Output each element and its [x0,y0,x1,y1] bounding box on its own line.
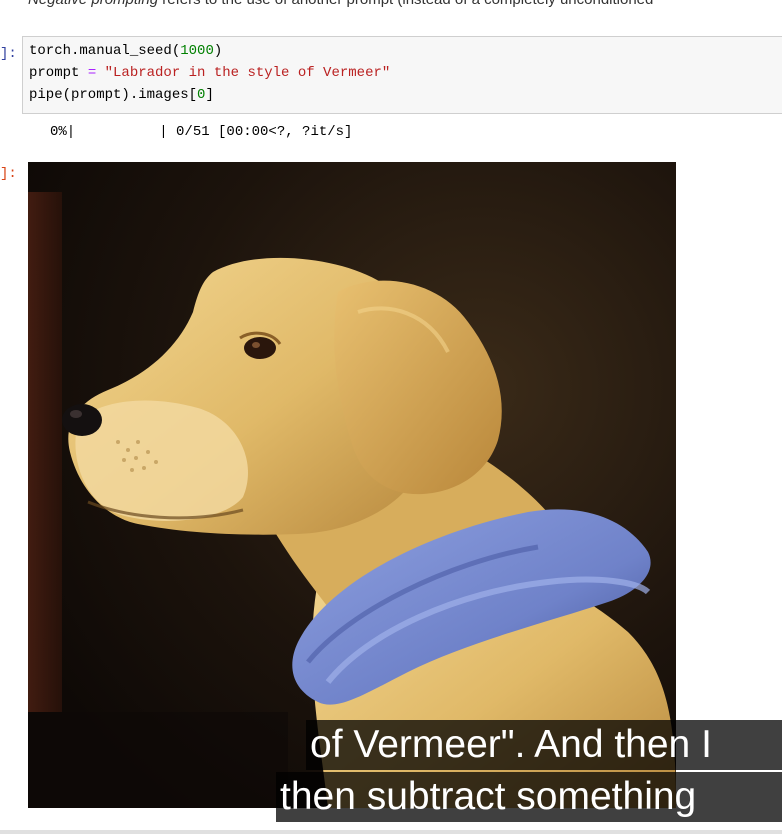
code-token: ] [205,87,214,103]
output-prompt-label: ]: [0,166,17,182]
markdown-text: Negative prompting refers to the use of … [28,0,653,8]
cell-divider [0,830,782,834]
code-token: ) [213,43,223,59]
input-prompt-label: ]: [0,46,17,62]
progress-output: 0%| | 0/51 [00:00<?, ?it/s] [50,124,353,140]
code-token: torch.manual_seed( [29,43,181,59]
code-string: "Labrador in the style of Vermeer" [96,65,391,81]
generated-image [28,162,676,808]
subtitle-line-2: then subtract something [276,772,782,822]
code-token: pipe(prompt).images[ [29,87,198,103]
subtitle-line-1: of Vermeer". And then I [306,720,782,770]
code-line-2: prompt = "Labrador in the style of Verme… [29,65,390,81]
markdown-body: refers to the use of another prompt (ins… [158,0,653,8]
markdown-italic-term: Negative prompting [28,0,158,8]
code-line-1: torch.manual_seed(1000) [29,43,222,59]
notebook-page: Negative prompting refers to the use of … [0,0,782,834]
code-cell[interactable]: torch.manual_seed(1000) prompt = "Labrad… [22,36,782,114]
code-line-3: pipe(prompt).images[0] [29,87,214,103]
code-token: prompt [29,65,88,81]
code-number: 1000 [180,43,214,59]
labrador-painting [28,162,676,808]
code-operator: = [87,65,97,81]
